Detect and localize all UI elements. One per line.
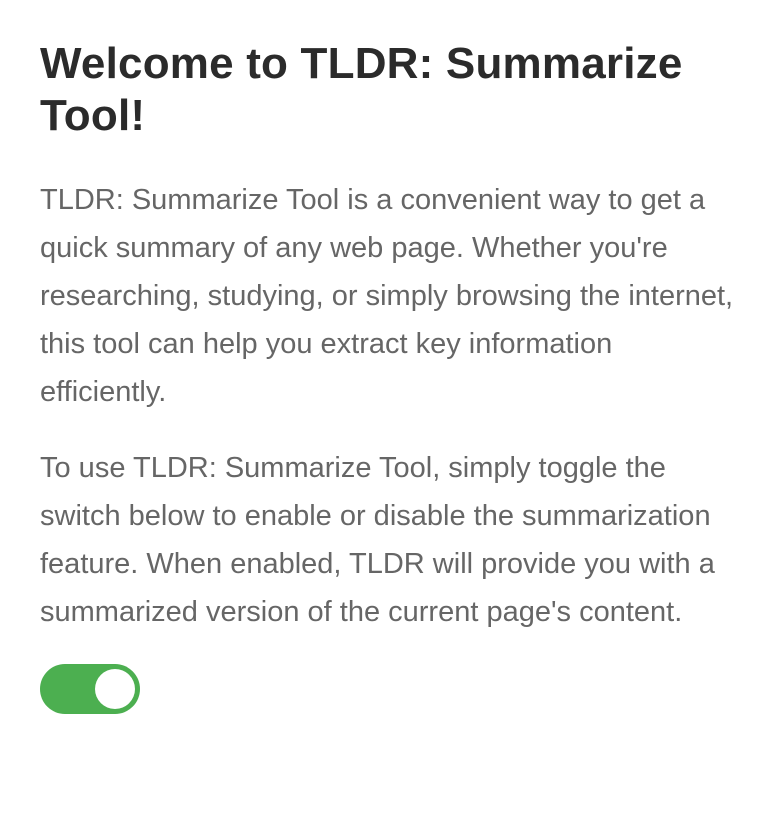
- popup-content: Welcome to TLDR: Summarize Tool! TLDR: S…: [0, 0, 778, 714]
- summarize-toggle-switch[interactable]: [40, 664, 140, 714]
- instructions-paragraph: To use TLDR: Summarize Tool, simply togg…: [40, 452, 715, 628]
- intro-paragraph: TLDR: Summarize Tool is a convenient way…: [40, 184, 734, 408]
- toggle-knob: [95, 669, 135, 709]
- page-title: Welcome to TLDR: Summarize Tool!: [40, 39, 683, 140]
